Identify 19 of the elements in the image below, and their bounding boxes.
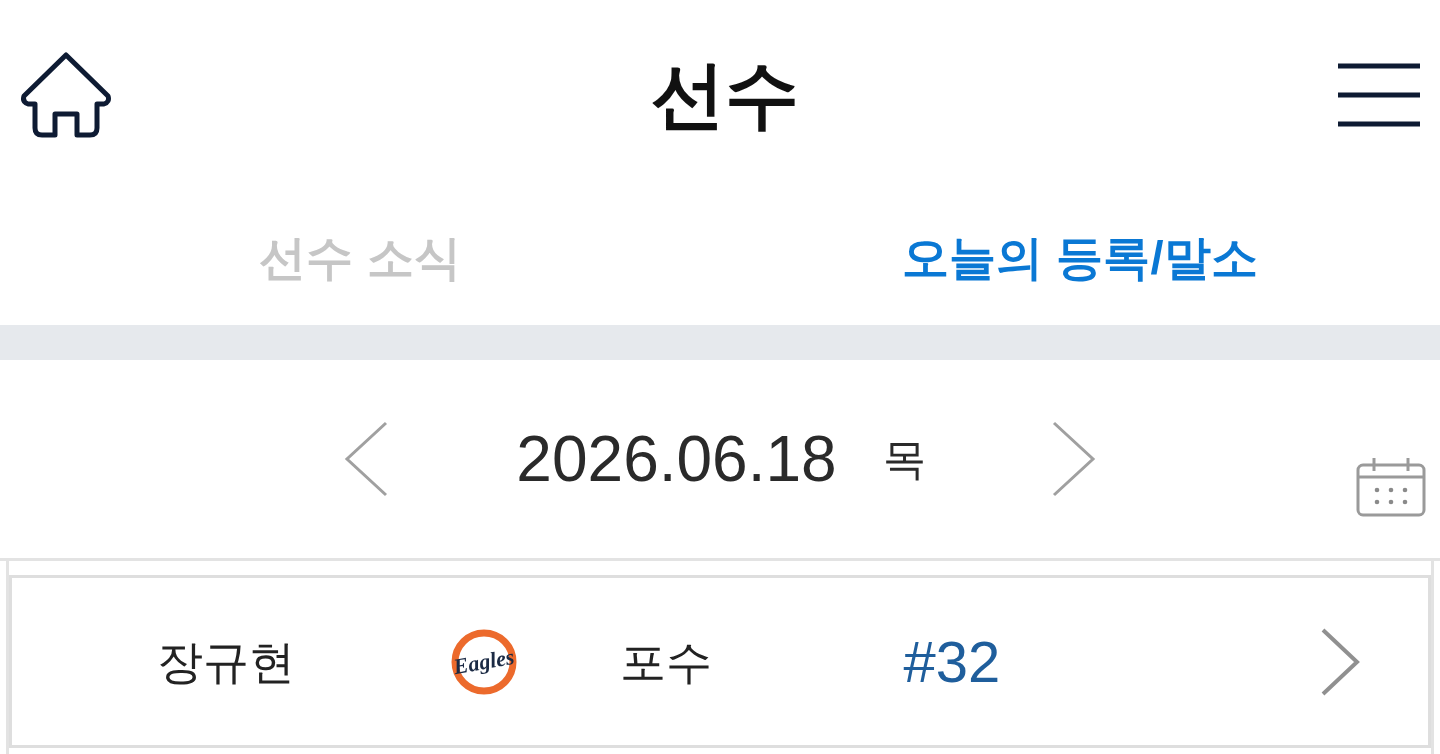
previous-day-button[interactable] — [344, 421, 389, 497]
calendar-icon — [1356, 457, 1426, 517]
player-row[interactable]: 장규현 Eagles 포수 #32 — [9, 575, 1431, 748]
player-position: 포수 — [620, 638, 712, 685]
chevron-right-icon — [1051, 421, 1096, 497]
menu-icon — [1338, 63, 1420, 127]
home-button[interactable] — [20, 52, 112, 138]
calendar-button[interactable] — [1356, 457, 1426, 517]
page-title: 선수 — [651, 58, 799, 132]
player-name: 장규현 — [157, 638, 295, 685]
tab[interactable]: 오늘의 등록/말소 — [720, 190, 1440, 325]
home-icon — [20, 52, 112, 138]
date-text: 2026.06.18 — [516, 427, 837, 491]
menu-button[interactable] — [1338, 63, 1420, 127]
chevron-left-icon — [344, 421, 389, 497]
weekday-text: 목 — [882, 437, 926, 481]
next-day-button[interactable] — [1051, 421, 1096, 497]
chevron-right-icon — [1320, 627, 1360, 696]
player-number: #32 — [903, 632, 1001, 691]
